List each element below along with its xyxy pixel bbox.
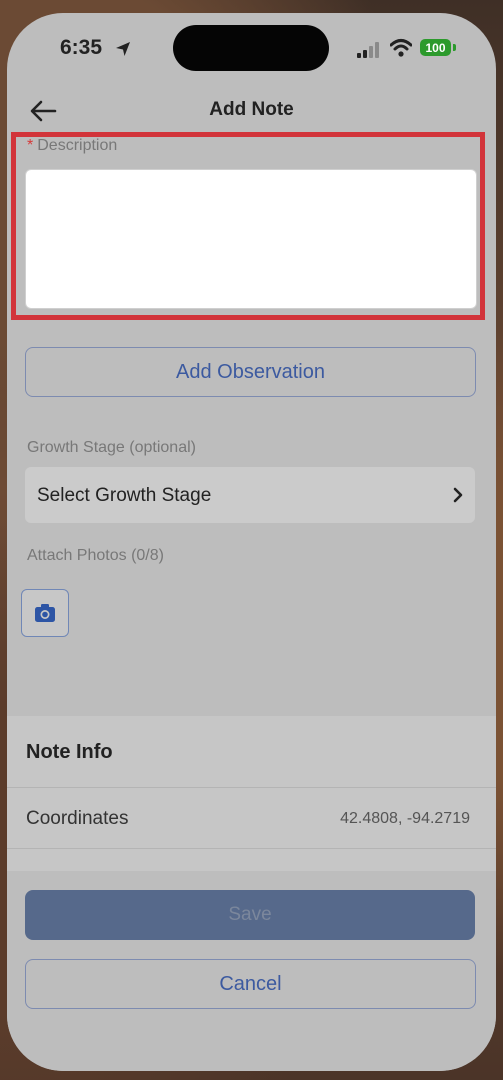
attach-photos-label: Attach Photos (0/8) (27, 547, 164, 564)
growth-stage-select-text: Select Growth Stage (37, 485, 212, 506)
camera-button[interactable] (21, 589, 69, 637)
dynamic-island (173, 25, 329, 71)
chevron-right-icon (453, 487, 463, 503)
signal-icon (357, 42, 379, 58)
footer-actions: Save Cancel (7, 871, 496, 1071)
divider (7, 848, 496, 849)
description-label-text: Description (37, 137, 118, 154)
location-arrow-icon (116, 42, 130, 56)
coordinates-value: 42.4808, -94.2719 (340, 810, 470, 827)
growth-stage-select[interactable]: Select Growth Stage (25, 467, 475, 523)
camera-icon (35, 604, 55, 622)
nav-header: Add Note (7, 93, 496, 137)
coordinates-label: Coordinates (26, 808, 129, 829)
add-observation-button[interactable]: Add Observation (25, 347, 476, 397)
status-time: 6:35 (60, 36, 103, 59)
battery-cap (453, 44, 456, 51)
note-info-title: Note Info (26, 741, 113, 763)
page-title: Add Note (209, 99, 294, 120)
growth-stage-label: Growth Stage (optional) (27, 439, 196, 456)
wifi-icon (390, 39, 412, 57)
description-label: * Description (27, 137, 117, 155)
note-info-section: Note Info Coordinates 42.4808, -94.2719 (7, 716, 496, 872)
save-button[interactable]: Save (25, 890, 475, 940)
cancel-button[interactable]: Cancel (25, 959, 476, 1009)
battery-icon: 100 (420, 39, 451, 56)
phone-screen: 6:35 100 Add Note * Description Add Obser… (7, 13, 496, 1071)
required-mark: * (27, 137, 34, 154)
description-input[interactable] (25, 169, 477, 309)
divider (7, 787, 496, 788)
status-bar: 6:35 100 (7, 13, 496, 93)
